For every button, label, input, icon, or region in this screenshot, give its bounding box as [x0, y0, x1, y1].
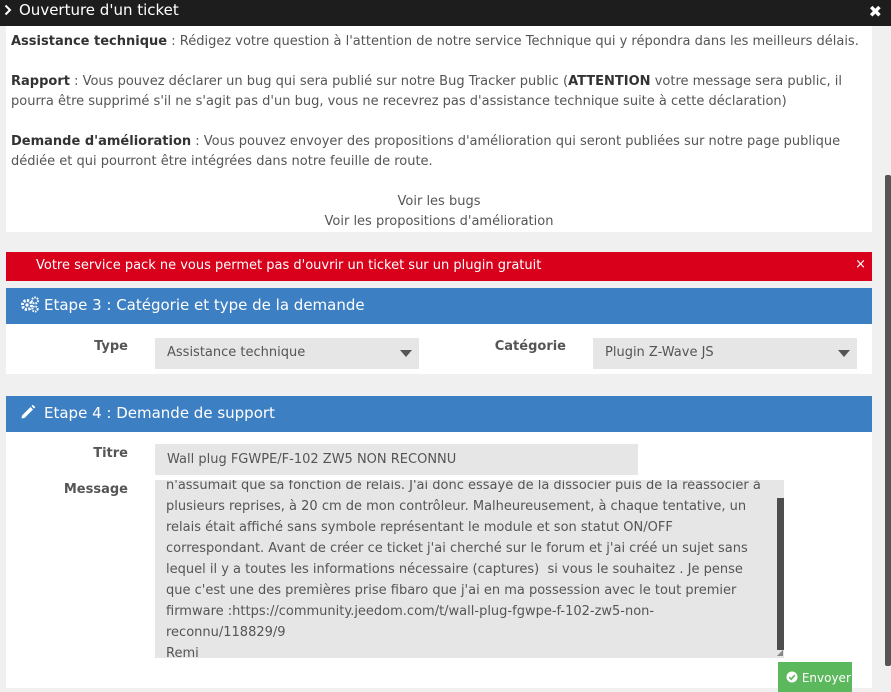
resize-handle-icon[interactable]: ◢ — [777, 649, 783, 657]
rapport-attention: ATTENTION — [568, 74, 651, 89]
send-button-label: Envoyer — [801, 671, 851, 685]
assistance-text: : Rédigez votre question à l'attention d… — [167, 34, 859, 49]
modal-title-bar: Ouverture d'un ticket ✖ — [0, 0, 891, 26]
assistance-label: Assistance technique — [11, 34, 168, 49]
type-label: Type — [94, 339, 128, 354]
modal-title: Ouverture d'un ticket — [19, 1, 179, 19]
step4-title: Etape 4 : Demande de support — [44, 404, 275, 422]
message-textarea[interactable]: n'assumait que sa fonction de relais. J'… — [155, 480, 784, 658]
message-text: n'assumait que sa fonction de relais. J'… — [166, 480, 761, 658]
close-icon[interactable]: ✖ — [869, 2, 882, 21]
type-select-value: Assistance technique — [167, 345, 306, 360]
step3-title: Etape 3 : Catégorie et type de la demand… — [44, 296, 365, 314]
page-scrollbar-thumb[interactable] — [885, 175, 891, 666]
alert-message: Votre service pack ne vous permet pas d'… — [36, 258, 542, 273]
info-links: Voir les bugs Voir les propositions d'am… — [6, 192, 872, 232]
rapport-text-1: : Vous pouvez déclarer un bug qui sera p… — [69, 74, 569, 89]
message-scrollbar[interactable] — [777, 498, 784, 650]
info-assistance: Assistance technique : Rédigez votre que… — [11, 32, 861, 52]
amelioration-label: Demande d'amélioration — [11, 134, 192, 149]
check-circle-icon — [786, 671, 798, 683]
chevron-right-icon — [4, 4, 12, 19]
gears-icon — [20, 296, 40, 317]
pencil-icon — [20, 404, 36, 424]
chevron-down-icon — [400, 350, 412, 357]
link-bugs[interactable]: Voir les bugs — [6, 192, 872, 212]
info-rapport: Rapport : Vous pouvez déclarer un bug qu… — [11, 72, 861, 112]
category-label: Catégorie — [494, 339, 566, 354]
chevron-down-icon — [838, 350, 850, 357]
title-label: Titre — [93, 446, 128, 461]
info-amelioration: Demande d'amélioration : Vous pouvez env… — [11, 132, 861, 172]
info-panel: Assistance technique : Rédigez votre que… — [6, 26, 872, 232]
type-select[interactable]: Assistance technique — [155, 338, 419, 369]
step4-header: Etape 4 : Demande de support — [6, 396, 872, 432]
link-ameliorations[interactable]: Voir les propositions d'amélioration — [6, 212, 872, 232]
alert-close-icon[interactable]: × — [855, 257, 866, 272]
category-select-value: Plugin Z-Wave JS — [605, 345, 714, 360]
service-pack-alert: Votre service pack ne vous permet pas d'… — [6, 252, 872, 281]
category-select[interactable]: Plugin Z-Wave JS — [593, 338, 857, 369]
step3-header: Etape 3 : Catégorie et type de la demand… — [6, 288, 872, 324]
title-input[interactable] — [155, 444, 638, 475]
rapport-label: Rapport — [11, 74, 70, 89]
message-label: Message — [63, 482, 128, 497]
